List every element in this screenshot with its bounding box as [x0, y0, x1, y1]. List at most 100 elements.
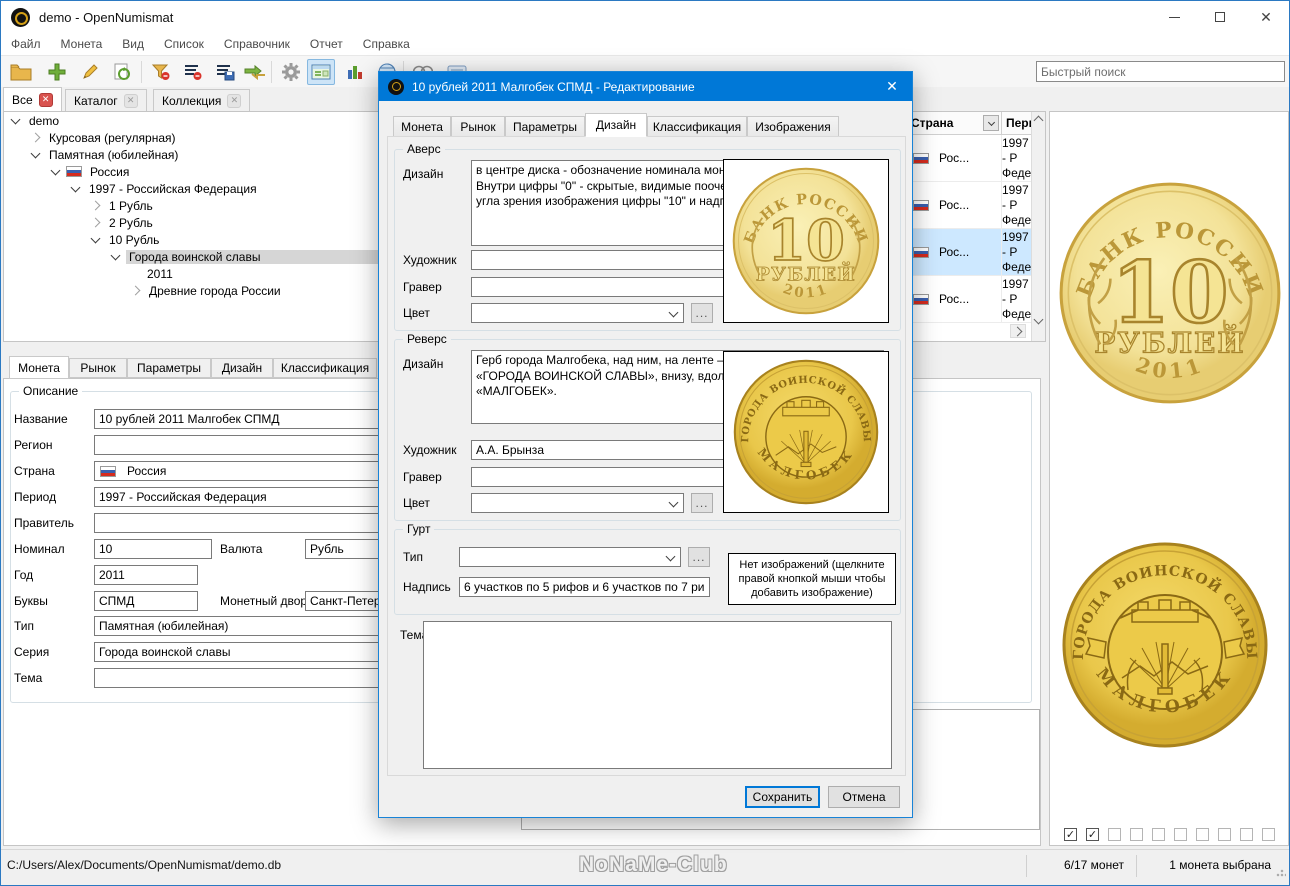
menu-view[interactable]: Вид — [112, 33, 154, 55]
form-tab-coin[interactable]: Монета — [9, 356, 69, 379]
edge-image-placeholder[interactable]: Нет изображений (щелкните правой кнопкой… — [728, 553, 896, 605]
menu-list[interactable]: Список — [154, 33, 214, 55]
menu-file[interactable]: Файл — [1, 33, 51, 55]
tab-all[interactable]: Все ✕ — [3, 87, 62, 111]
chevron-down-icon[interactable] — [10, 114, 21, 124]
form-tab-market[interactable]: Рынок — [69, 358, 127, 378]
dialog-tab-parameters[interactable]: Параметры — [505, 116, 585, 137]
dialog-tab-market[interactable]: Рынок — [451, 116, 505, 137]
value-field[interactable] — [94, 539, 212, 559]
minimize-button[interactable] — [1151, 1, 1197, 33]
save-list-button[interactable] — [211, 59, 239, 85]
tab-close-icon[interactable]: ✕ — [227, 93, 242, 108]
edge-type-more-button[interactable]: ... — [688, 547, 710, 567]
tree-item-russia[interactable]: Россия — [4, 163, 390, 180]
obverse-color-combo[interactable] — [471, 303, 684, 323]
statistics-button[interactable] — [341, 59, 369, 85]
tree-item-period[interactable]: 1997 - Российская Федерация — [4, 180, 390, 197]
dialog-subject-field[interactable] — [423, 621, 892, 769]
tree-item-commemorative[interactable]: Памятная (юбилейная) — [4, 146, 390, 163]
info-panel-toggle[interactable] — [307, 59, 335, 85]
chevron-right-icon[interactable] — [130, 285, 141, 296]
image-slot-checkbox[interactable]: ✓ — [1086, 828, 1099, 841]
edit-coin-button[interactable] — [76, 59, 104, 85]
dialog-tab-images[interactable]: Изображения — [747, 116, 839, 137]
reverse-color-combo[interactable] — [471, 493, 684, 513]
maximize-button[interactable] — [1197, 1, 1243, 33]
search-input[interactable] — [1036, 61, 1285, 82]
tab-catalog[interactable]: Каталог ✕ — [65, 89, 147, 111]
form-tab-parameters[interactable]: Параметры — [127, 358, 211, 378]
chevron-down-icon[interactable] — [90, 233, 101, 243]
image-slot-checkbox[interactable] — [1240, 828, 1253, 841]
clear-filter-button[interactable] — [147, 59, 175, 85]
reverse-color-more-button[interactable]: ... — [691, 493, 713, 513]
obverse-color-more-button[interactable]: ... — [691, 303, 713, 323]
chevron-right-icon[interactable] — [90, 217, 101, 228]
image-slot-checkbox[interactable] — [1130, 828, 1143, 841]
table-vertical-scrollbar[interactable] — [1031, 112, 1045, 341]
close-button[interactable]: ✕ — [1243, 1, 1289, 33]
image-slot-checkbox[interactable] — [1174, 828, 1187, 841]
export-button[interactable] — [241, 59, 269, 85]
obverse-thumbnail[interactable]: БАНК РОССИИ 10 РУБЛЕЙ 2011 — [723, 159, 889, 323]
column-header-period[interactable]: Перио — [1002, 112, 1043, 135]
chevron-down-icon[interactable] — [30, 148, 41, 158]
tree-item-regular[interactable]: Курсовая (регулярная) — [4, 129, 390, 146]
column-filter-button[interactable] — [983, 115, 999, 131]
year-field[interactable] — [94, 565, 198, 585]
table-scroll-right-button[interactable] — [1010, 324, 1026, 338]
menu-help[interactable]: Справка — [353, 33, 420, 55]
tree-item-ancient-cities[interactable]: Древние города России — [4, 282, 390, 299]
open-collection-button[interactable] — [7, 59, 35, 85]
scroll-up-icon[interactable] — [1033, 115, 1044, 126]
mintmark-field[interactable] — [94, 591, 198, 611]
menu-coin[interactable]: Монета — [51, 33, 113, 55]
tree-item-series-cities[interactable]: Города воинской славы — [4, 248, 390, 265]
tree-item-demo[interactable]: demo — [4, 112, 390, 129]
add-coin-button[interactable] — [43, 59, 71, 85]
form-tab-design[interactable]: Дизайн — [211, 358, 273, 378]
cancel-button[interactable]: Отмена — [828, 786, 900, 808]
refresh-page-button[interactable] — [108, 59, 136, 85]
reverse-thumbnail[interactable]: ГОРОДА ВОИНСКОЙ СЛАВЫ МАЛГОБЕК — [723, 351, 889, 513]
coin-reverse-image[interactable]: ГОРОДА ВОИНСКОЙ СЛАВЫ МАЛГОБЕК — [1060, 540, 1270, 750]
settings-button[interactable] — [277, 59, 305, 85]
chevron-down-icon[interactable] — [70, 182, 81, 192]
column-header-country[interactable]: Страна — [907, 112, 1002, 135]
tab-close-icon[interactable]: ✕ — [123, 93, 138, 108]
dialog-tab-design[interactable]: Дизайн — [585, 113, 647, 137]
dialog-tab-classification[interactable]: Классификация — [647, 116, 747, 137]
scroll-down-icon[interactable] — [1033, 314, 1044, 325]
coin-obverse-image[interactable]: БАНК РОССИИ 10 РУБЛЕЙ 2011 — [1057, 180, 1283, 406]
tree-item-10-ruble[interactable]: 10 Рубль — [4, 231, 390, 248]
chevron-right-icon[interactable] — [90, 200, 101, 211]
field-label-mint: Монетный двор — [220, 594, 308, 608]
chevron-right-icon[interactable] — [30, 132, 41, 143]
image-slot-checkbox[interactable] — [1152, 828, 1165, 841]
tree-item-1-ruble[interactable]: 1 Рубль — [4, 197, 390, 214]
tab-close-icon[interactable]: ✕ — [38, 92, 53, 107]
chevron-down-icon[interactable] — [50, 165, 61, 175]
save-button[interactable]: Сохранить — [745, 786, 820, 808]
image-slot-checkbox[interactable] — [1196, 828, 1209, 841]
image-slot-checkbox[interactable] — [1108, 828, 1121, 841]
image-slot-checkbox[interactable] — [1218, 828, 1231, 841]
tree-item-2011[interactable]: 2011 — [4, 265, 390, 282]
menu-report[interactable]: Отчет — [300, 33, 353, 55]
menu-reference[interactable]: Справочник — [214, 33, 300, 55]
dialog-tab-coin[interactable]: Монета — [393, 116, 451, 137]
dialog-close-button[interactable]: ✕ — [872, 72, 912, 101]
tree-item-2-ruble[interactable]: 2 Рубль — [4, 214, 390, 231]
form-tab-classification[interactable]: Классификация — [273, 358, 377, 378]
field-label-region: Регион — [14, 438, 53, 452]
edge-inscription-field[interactable] — [459, 577, 710, 597]
edge-type-combo[interactable] — [459, 547, 681, 567]
image-slot-checkbox[interactable] — [1262, 828, 1275, 841]
russia-flag-icon — [913, 152, 929, 164]
resize-grip[interactable] — [1276, 867, 1286, 877]
tab-collection[interactable]: Коллекция ✕ — [153, 89, 251, 111]
clear-sort-button[interactable] — [179, 59, 207, 85]
chevron-down-icon[interactable] — [110, 250, 121, 260]
image-slot-checkbox[interactable]: ✓ — [1064, 828, 1077, 841]
